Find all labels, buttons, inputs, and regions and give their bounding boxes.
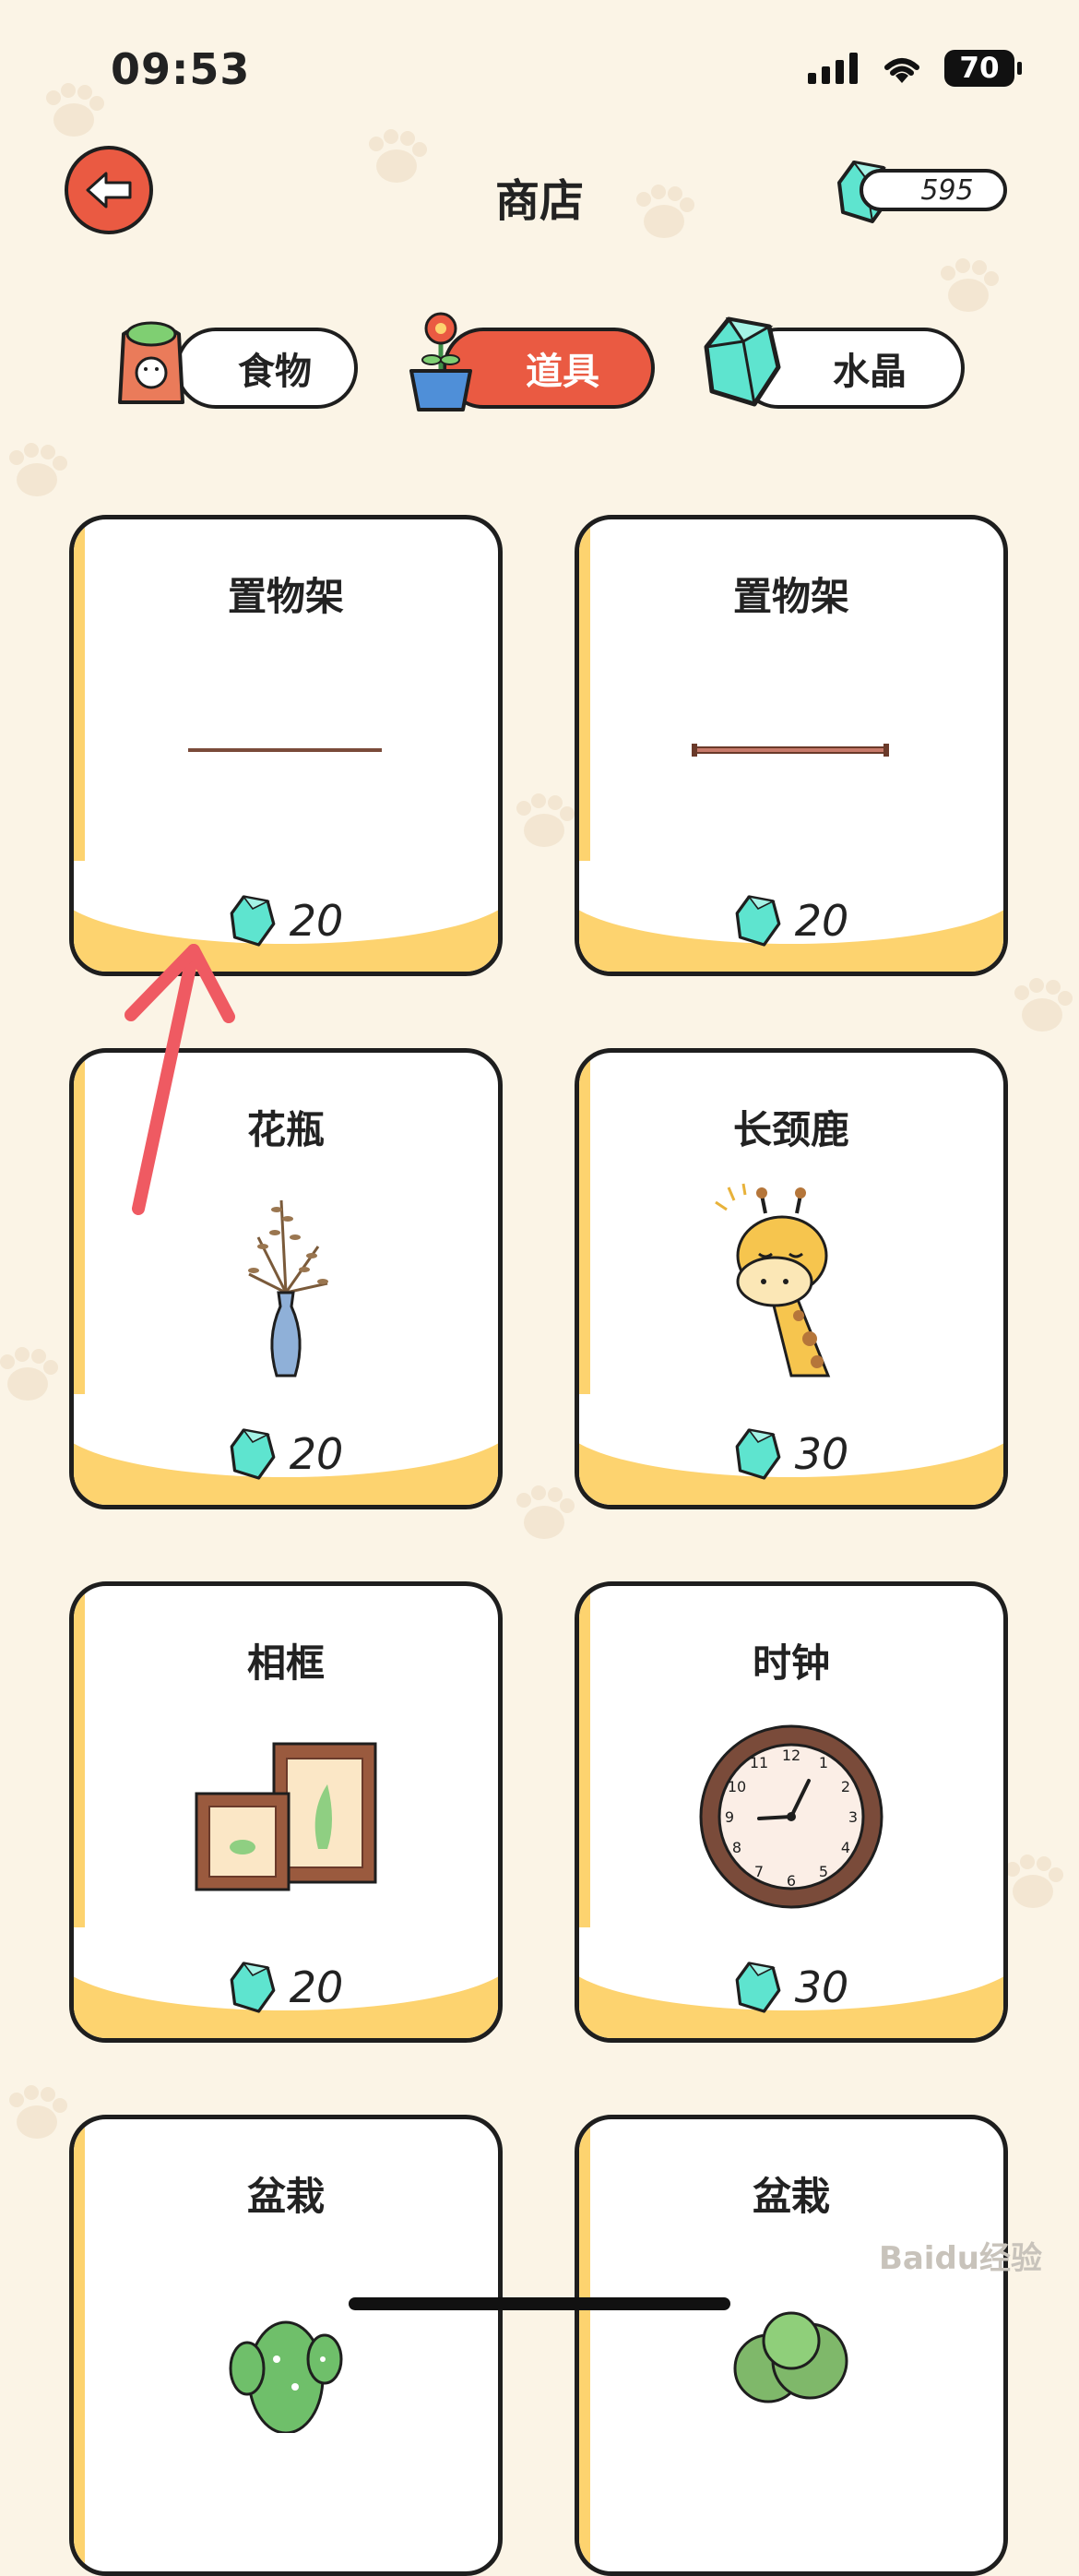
item-price: 30 bbox=[579, 1426, 1003, 1482]
item-price-value: 20 bbox=[289, 1429, 344, 1479]
gem-balance: 595 bbox=[860, 169, 1007, 211]
crystal-icon bbox=[735, 1428, 781, 1480]
cactus-plant-icon bbox=[229, 2320, 343, 2433]
item-price: 20 bbox=[579, 893, 1003, 948]
shop-item-card[interactable]: 置物架 20 bbox=[575, 515, 1008, 976]
shelf-bracket-icon bbox=[692, 744, 889, 757]
signal-icon bbox=[808, 53, 858, 84]
shop-item-card[interactable]: 盆栽 bbox=[69, 2115, 503, 2576]
item-name: 盆栽 bbox=[752, 2174, 830, 2219]
home-indicator[interactable] bbox=[349, 2297, 730, 2310]
svg-text:8: 8 bbox=[732, 1839, 741, 1856]
item-name: 盆栽 bbox=[246, 2174, 325, 2219]
shop-item-card[interactable]: 相框 20 bbox=[69, 1581, 503, 2043]
svg-text:6: 6 bbox=[787, 1872, 796, 1890]
svg-text:11: 11 bbox=[750, 1754, 768, 1771]
svg-text:10: 10 bbox=[728, 1778, 746, 1795]
food-bag-icon bbox=[118, 321, 184, 404]
shrub-plant-icon bbox=[733, 2311, 848, 2403]
crystal-icon bbox=[230, 1962, 276, 2013]
flower-pot-icon bbox=[409, 312, 472, 411]
item-price-value: 20 bbox=[289, 896, 344, 946]
watermark-text: Baidu经验 bbox=[878, 2240, 1042, 2277]
giraffe-icon bbox=[715, 1183, 831, 1377]
shop-item-card[interactable]: 盆栽 bbox=[575, 2115, 1008, 2576]
annotation-arrow bbox=[125, 944, 235, 1215]
svg-text:9: 9 bbox=[725, 1808, 734, 1826]
item-price: 20 bbox=[74, 1426, 498, 1482]
crystal-icon bbox=[735, 1962, 781, 2013]
item-price-value: 20 bbox=[794, 896, 849, 946]
photo-frame-icon bbox=[195, 1742, 377, 1891]
wifi-icon bbox=[884, 58, 919, 83]
svg-text:1: 1 bbox=[819, 1754, 828, 1771]
battery-indicator: 70 bbox=[944, 50, 1022, 87]
item-name: 置物架 bbox=[227, 574, 344, 619]
shelf-plain-icon bbox=[188, 748, 382, 752]
item-price: 20 bbox=[74, 1960, 498, 2015]
clock-icon: 12 12 3 45 6 7 8 9 1011 bbox=[699, 1724, 883, 1909]
item-name: 时钟 bbox=[752, 1640, 830, 1686]
tab-food-label: 食物 bbox=[238, 351, 312, 393]
crystal-icon bbox=[704, 316, 781, 407]
status-icons: 70 bbox=[808, 50, 1022, 87]
item-price-value: 30 bbox=[794, 1429, 849, 1479]
item-price: 30 bbox=[579, 1960, 1003, 2015]
item-name: 置物架 bbox=[732, 574, 849, 619]
tab-crystal-label: 水晶 bbox=[833, 351, 907, 393]
crystal-icon bbox=[230, 1428, 276, 1480]
svg-text:7: 7 bbox=[754, 1863, 764, 1880]
item-name: 长颈鹿 bbox=[732, 1107, 849, 1152]
svg-text:4: 4 bbox=[841, 1839, 850, 1856]
svg-text:3: 3 bbox=[848, 1808, 858, 1826]
gem-balance-value: 595 bbox=[920, 173, 974, 207]
item-price-value: 20 bbox=[289, 1962, 344, 2012]
tab-food[interactable]: 食物 bbox=[175, 328, 358, 409]
shop-item-card[interactable]: 置物架 20 bbox=[69, 515, 503, 976]
svg-text:5: 5 bbox=[819, 1863, 828, 1880]
item-name: 相框 bbox=[246, 1640, 325, 1686]
tab-tools-label: 道具 bbox=[526, 351, 599, 393]
item-price-value: 30 bbox=[794, 1962, 849, 2012]
shop-item-card[interactable]: 长颈鹿 30 bbox=[575, 1048, 1008, 1509]
svg-text:12: 12 bbox=[782, 1747, 800, 1764]
crystal-icon bbox=[735, 895, 781, 947]
status-time: 09:53 bbox=[111, 44, 251, 94]
svg-text:2: 2 bbox=[841, 1778, 850, 1795]
shop-item-card[interactable]: 时钟 12 1 2 3 45 6 7 8 9 10 11 30 bbox=[575, 1581, 1008, 2043]
